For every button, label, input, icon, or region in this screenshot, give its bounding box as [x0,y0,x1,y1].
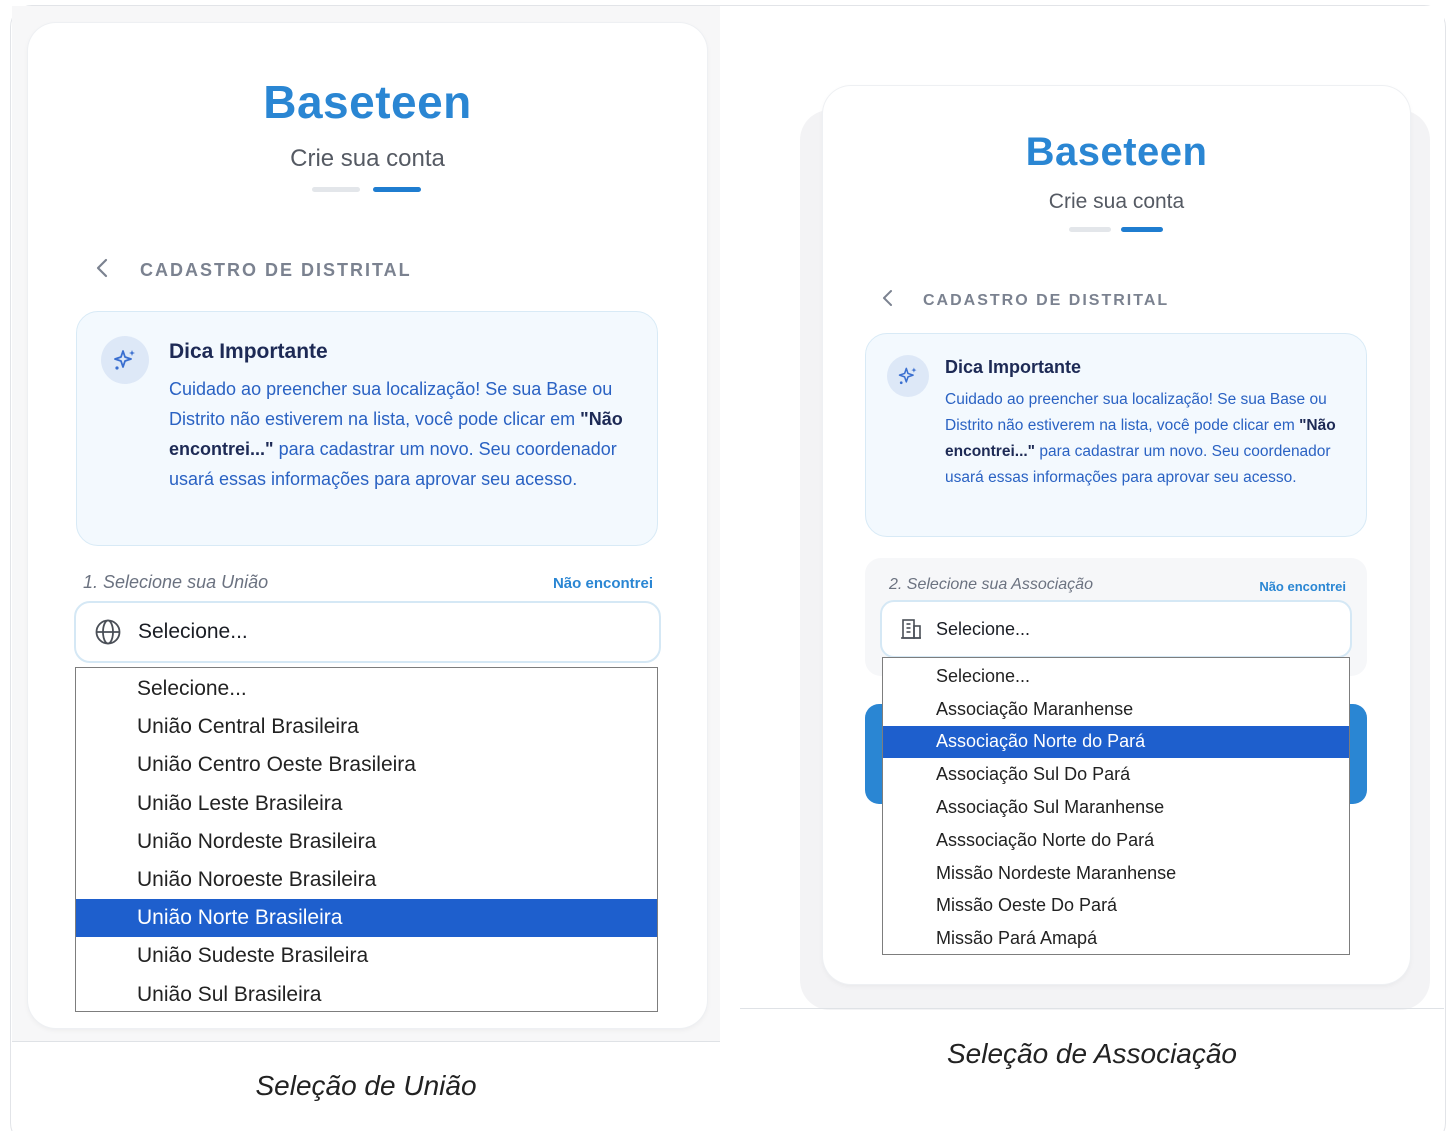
associacao-field-label: 2. Selecione sua Associação [889,576,1093,593]
dropdown-option[interactable]: Selecione... [883,660,1349,693]
dropdown-option[interactable]: Asssociação Norte do Pará [883,824,1349,857]
sparkles-icon [101,336,149,384]
dropdown-option[interactable]: União Sudeste Brasileira [76,937,657,975]
step-indicator-2 [373,187,421,192]
not-found-link[interactable]: Não encontrei [1203,579,1346,594]
globe-icon [94,618,122,646]
tip-body: Cuidado ao preencher sua localização! Se… [945,387,1345,491]
page-subtitle: Crie sua conta [1048,190,1185,213]
dropdown-option[interactable]: União Leste Brasileira [76,785,657,823]
back-row: CADASTRO DE DISTRITAL [94,257,412,284]
dropdown-option[interactable]: Associação Sul Do Pará [883,758,1349,791]
sparkles-icon [887,355,929,397]
dropdown-option[interactable]: Missão Oeste Do Pará [883,890,1349,923]
dropdown-option[interactable]: Missão Pará Amapá [883,922,1349,955]
tip-box: Dica Importante Cuidado ao preencher sua… [76,311,658,546]
uniao-field-label: 1. Selecione sua União [83,572,269,592]
dropdown-option[interactable]: União Sul Brasileira [76,976,657,1014]
not-found-link[interactable]: Não encontrei [488,575,653,592]
chevron-left-icon[interactable] [94,257,110,284]
caption-uniao: Seleção de União [255,1070,477,1101]
building-icon [899,617,923,641]
brand-title: Baseteen [263,76,472,128]
tip-body-text: Cuidado ao preencher sua localização! Se… [169,379,613,429]
dropdown-option[interactable]: Associação Maranhense [883,693,1349,726]
chevron-left-icon[interactable] [881,288,895,313]
select-value: Selecione... [138,620,248,643]
dropdown-option[interactable]: União Norte Brasileira [76,899,657,938]
uniao-screen-card: Baseteen Crie sua conta CADASTRO DE DIST… [28,23,707,1028]
dropdown-option[interactable]: Missão Nordeste Maranhense [883,857,1349,890]
tip-box: Dica Importante Cuidado ao preencher sua… [865,333,1367,537]
caption-divider [740,1008,1444,1009]
step-indicator-1 [312,187,360,192]
step-indicator-2 [1121,227,1163,232]
step-indicator-1 [1069,227,1111,232]
select-value: Selecione... [936,618,1031,639]
section-label: CADASTRO DE DISTRITAL [923,291,1170,309]
caption-divider [12,1041,720,1042]
brand-title: Baseteen [1025,130,1208,174]
caption-associacao: Seleção de Associação [946,1038,1238,1069]
uniao-select[interactable]: Selecione... [74,601,661,663]
dropdown-option[interactable]: Associação Sul Maranhense [883,791,1349,824]
tip-body: Cuidado ao preencher sua localização! Se… [169,374,631,494]
tip-title: Dica Importante [945,357,1082,377]
back-row: CADASTRO DE DISTRITAL [881,288,1169,313]
section-label: CADASTRO DE DISTRITAL [140,260,412,280]
associacao-dropdown-list: Selecione... Associação Maranhense Associa… [882,657,1350,955]
tip-body-text: Cuidado ao preencher sua localização! Se… [945,391,1327,434]
tip-title: Dica Importante [169,340,328,363]
associacao-select[interactable]: Selecione... [880,600,1352,658]
uniao-dropdown-list: Selecione... União Central Brasileira Uniã… [75,667,658,1012]
dropdown-option[interactable]: Associação Norte do Pará [883,725,1349,759]
dropdown-option[interactable]: União Noroeste Brasileira [76,861,657,899]
associacao-screen-card: Baseteen Crie sua conta CADASTRO DE DIST… [823,86,1410,984]
dropdown-option[interactable]: Selecione... [76,670,657,708]
dropdown-option[interactable]: União Central Brasileira [76,708,657,746]
page-subtitle: Crie sua conta [290,145,445,172]
dropdown-option[interactable]: União Nordeste Brasileira [76,823,657,861]
dropdown-option[interactable]: União Centro Oeste Brasileira [76,746,657,784]
